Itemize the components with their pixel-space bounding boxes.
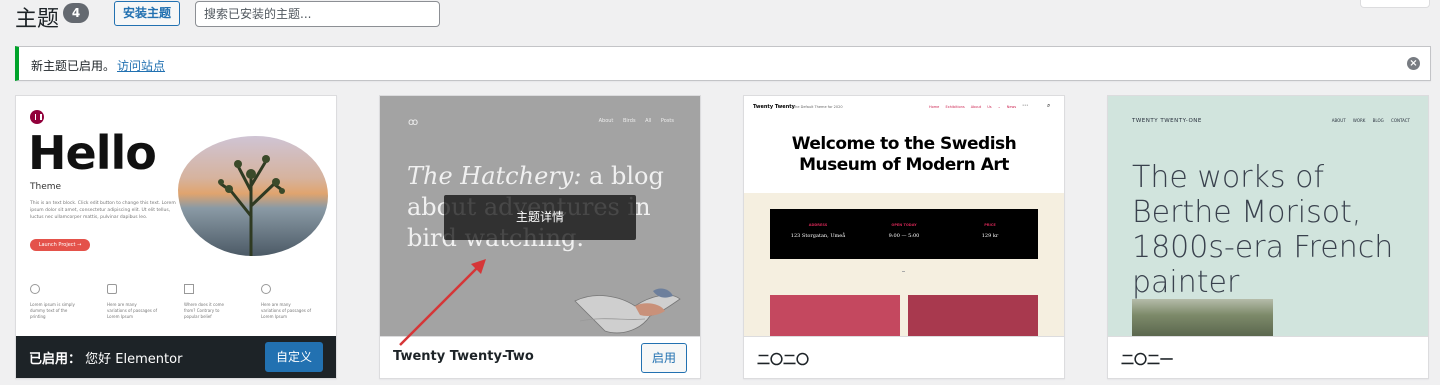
preview-headline: Hello — [28, 126, 157, 180]
theme-details-overlay[interactable]: 主题详情 — [444, 195, 636, 240]
preview-headline: The works of Berthe Morisot, 1800s-era F… — [1132, 160, 1394, 300]
snowflake-icon — [261, 284, 271, 294]
menu-dots-icon: ⋯ — [1022, 102, 1028, 109]
preview-brand: TWENTY TWENTY-ONE — [1132, 118, 1202, 124]
feature-text: Lorem ipsum is simply dummy text of the … — [30, 302, 75, 319]
theme-card-hello-elementor[interactable]: Hello Theme This is an text block. Click… — [15, 95, 337, 379]
theme-screenshot: Twenty Twenty The Default Theme for 2020… — [744, 96, 1064, 336]
painting-image — [1132, 299, 1273, 336]
preview-subtitle: Theme — [30, 182, 62, 192]
diamond-icon — [107, 284, 117, 294]
customize-button[interactable]: 自定义 — [264, 342, 323, 372]
info-box: ADDRESS 123 Storgatan, Umeå OPEN TODAY 9… — [770, 209, 1038, 259]
gallery-image — [770, 295, 900, 336]
feature-text: Here are many variations of passages of … — [261, 302, 311, 319]
theme-name: Twenty Twenty-Two — [393, 349, 534, 364]
preview-tagline: The Default Theme for 2020 — [793, 104, 843, 109]
theme-card-twenty-twenty-one[interactable]: TWENTY TWENTY-ONE ABOUT WORK BLOG CONTAC… — [1107, 95, 1429, 379]
annotation-arrow-icon — [399, 259, 486, 346]
preview-nav: About Birds All Posts — [598, 118, 674, 124]
paper-plane-icon — [184, 284, 194, 294]
help-tab[interactable] — [1360, 0, 1430, 8]
theme-card-twenty-twenty[interactable]: Twenty Twenty The Default Theme for 2020… — [743, 95, 1065, 379]
theme-card-footer: 已启用： 您好 Elementor 自定义 — [16, 336, 336, 378]
bird-illustration-icon — [574, 288, 681, 334]
theme-count-badge: 4 — [63, 3, 89, 23]
preview-cta: Launch Project → — [30, 239, 90, 251]
cactus-plant-icon — [218, 155, 285, 256]
dismiss-notice-icon[interactable]: × — [1407, 57, 1420, 70]
gallery-image — [908, 295, 1038, 336]
search-installed-themes-input[interactable] — [195, 1, 440, 27]
preview-nav: Home Exhibitions About Us ⌄ News — [929, 104, 1017, 109]
lightbulb-icon — [30, 284, 40, 294]
active-label: 已启用： — [29, 352, 82, 367]
theme-name: 二〇二〇 — [757, 353, 810, 368]
visit-site-link[interactable]: 访问站点 — [117, 59, 165, 73]
theme-name: 您好 Elementor — [85, 352, 183, 367]
theme-name: 二〇二一 — [1121, 353, 1174, 368]
install-theme-button[interactable]: 安装主题 — [114, 1, 181, 26]
feature-text: Here are many variations of passages of … — [107, 302, 157, 319]
theme-card-footer: 二〇二一 — [1108, 336, 1428, 378]
theme-card-footer: 二〇二〇 — [744, 336, 1064, 378]
feature-text: Where does it come from? Contrary to pop… — [184, 302, 224, 319]
site-logo-icon: ꝏ — [408, 117, 419, 128]
notice-text: 新主题已启用。 — [31, 59, 116, 73]
preview-headline: Welcome to the Swedish Museum of Modern … — [791, 134, 1017, 175]
activate-button[interactable]: 启用 — [640, 343, 687, 373]
theme-screenshot: TWENTY TWENTY-ONE ABOUT WORK BLOG CONTAC… — [1108, 96, 1428, 336]
preview-nav: ABOUT WORK BLOG CONTACT — [1331, 118, 1410, 123]
preview-body: This is an text block. Click edit button… — [30, 201, 176, 220]
feature-list: Lorem ipsum is simply dummy text of the … — [30, 284, 325, 324]
themes-page: 主题 4 安装主题 新主题已启用。访问站点 × Hello Theme This… — [0, 0, 1440, 385]
preview-brand: Twenty Twenty — [753, 104, 795, 110]
theme-activated-notice: 新主题已启用。 访问站点 × — [15, 46, 1431, 81]
search-icon: ⌕ — [1047, 102, 1051, 109]
theme-screenshot: Hello Theme This is an text block. Click… — [16, 96, 336, 336]
elementor-logo-icon — [30, 110, 44, 124]
page-title: 主题 — [15, 7, 60, 32]
